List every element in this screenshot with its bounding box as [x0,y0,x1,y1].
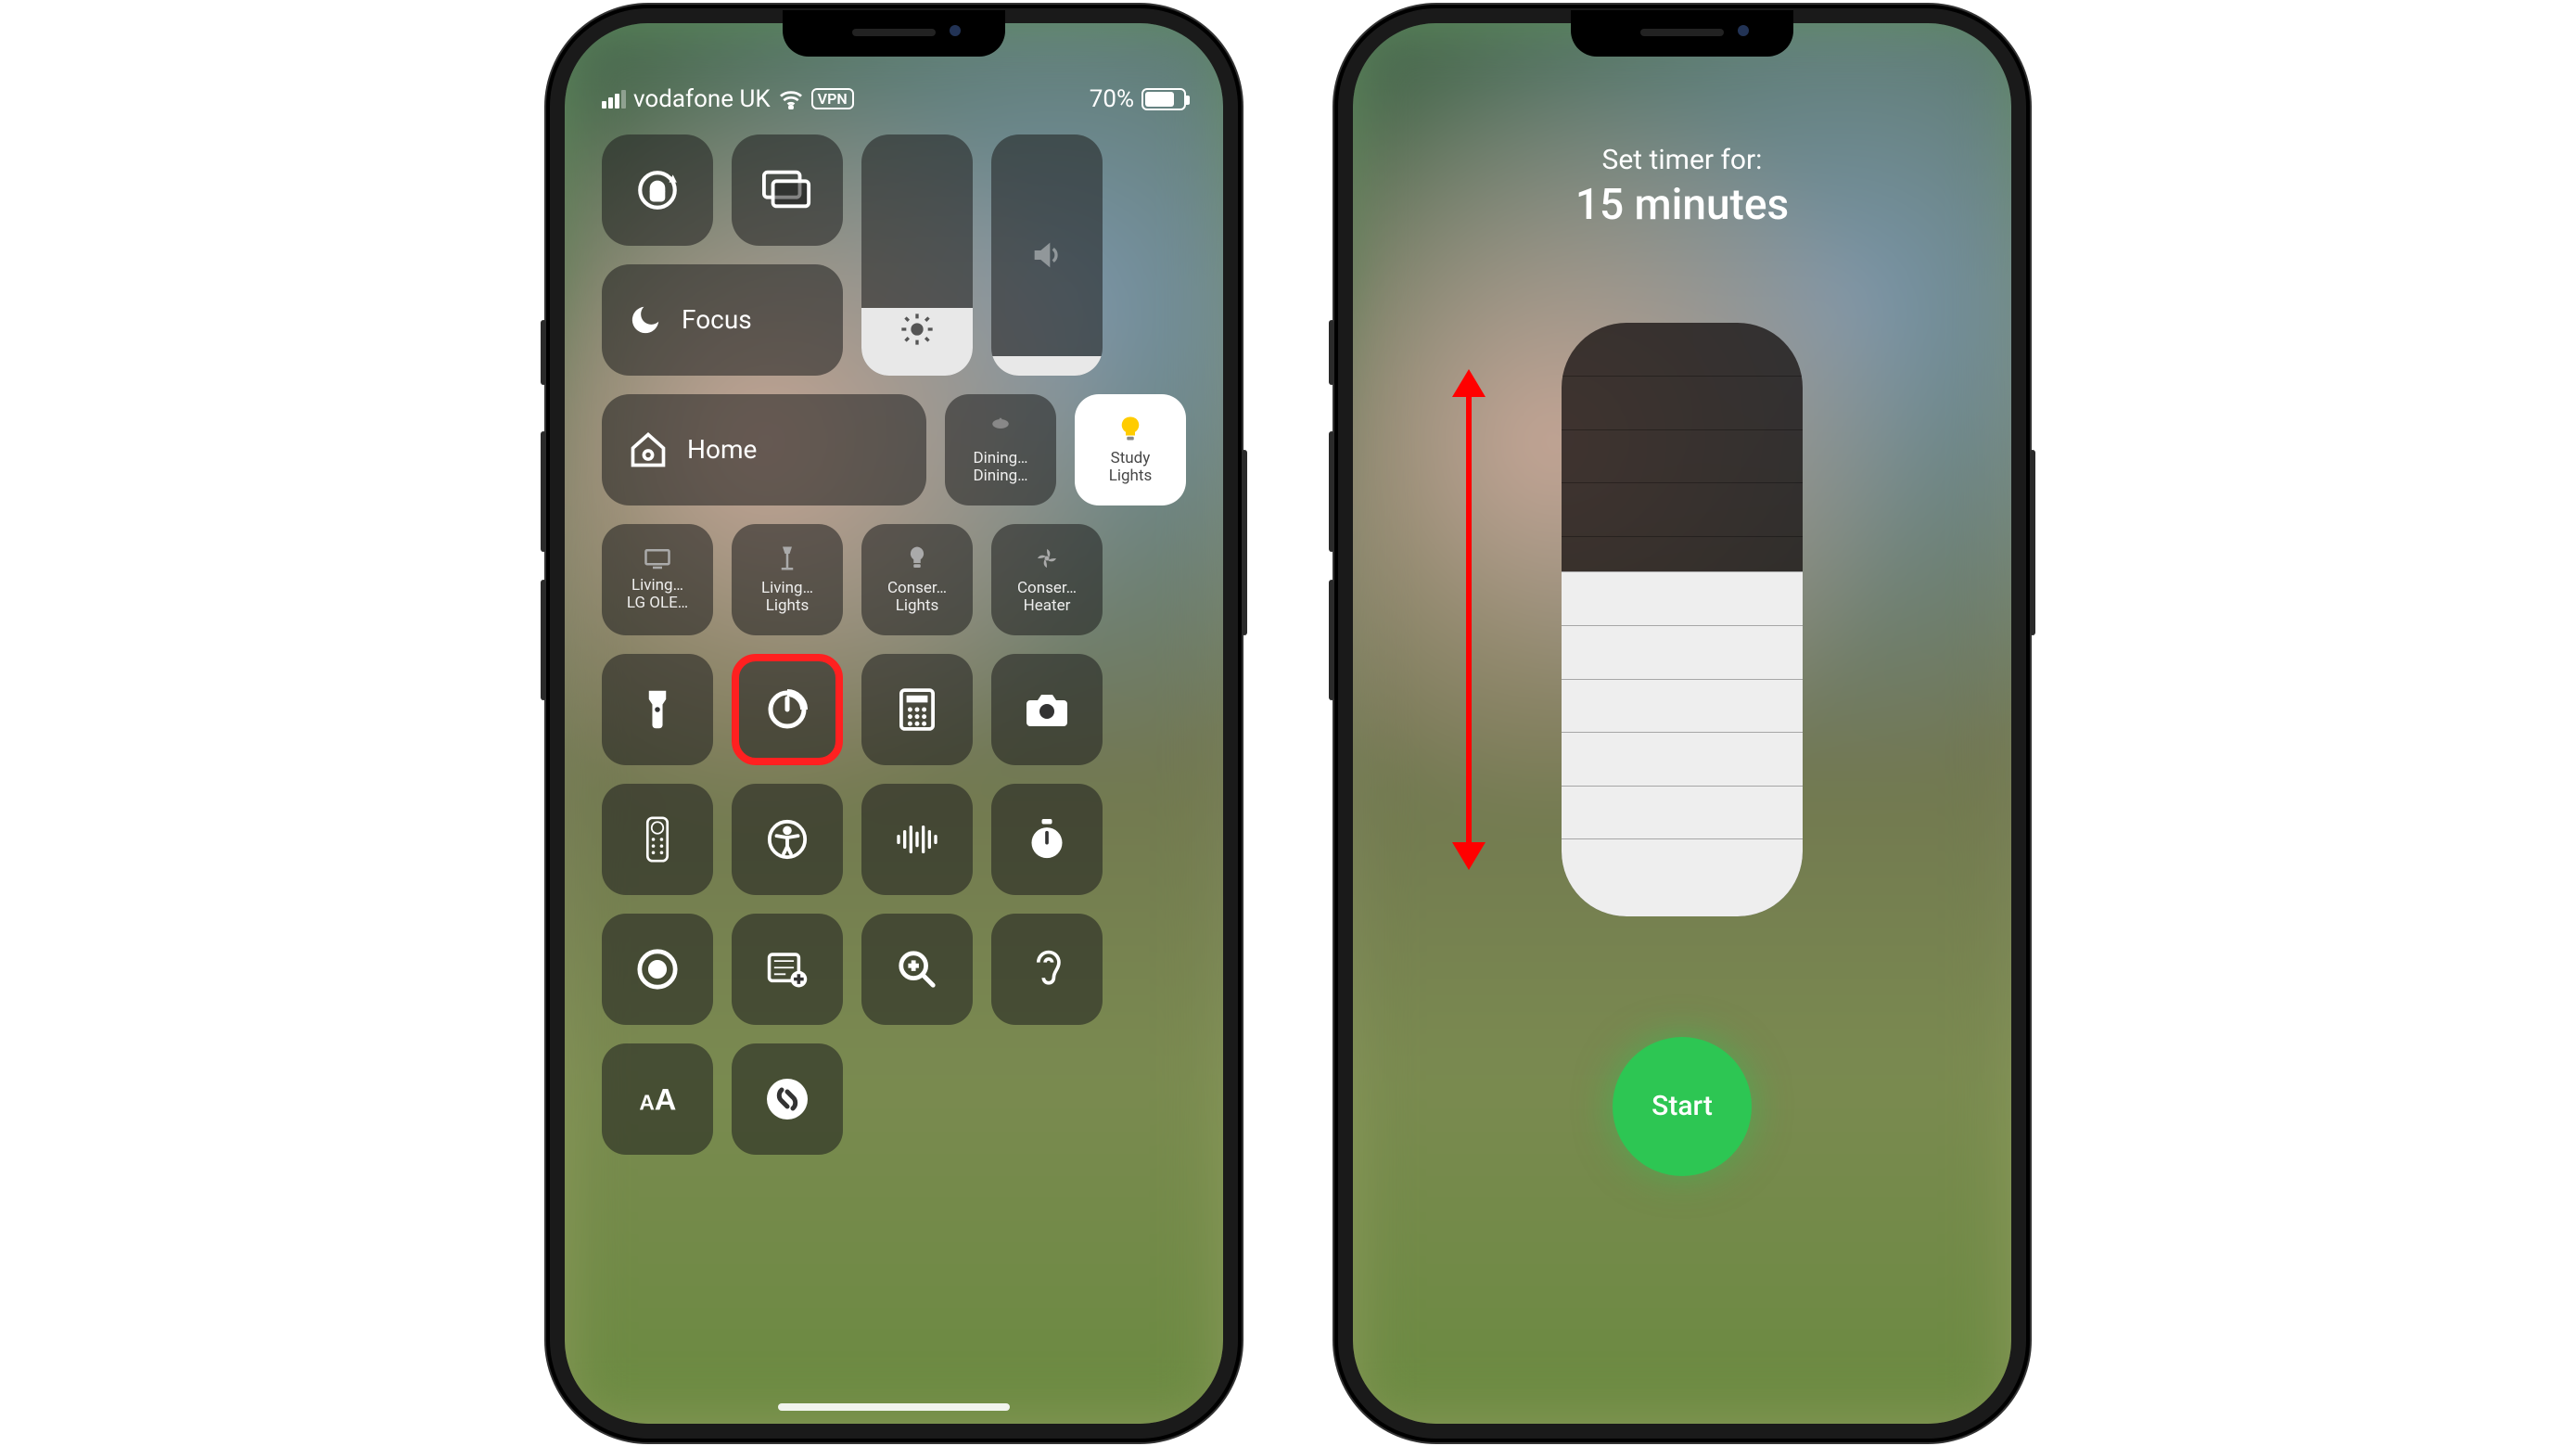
moon-icon [628,302,663,338]
text-size-icon: AA [634,1082,681,1116]
conser-lights-tile[interactable]: Conser…Lights [861,524,973,635]
timer-set-label: Set timer for: [1575,144,1789,176]
volume-slider[interactable] [991,134,1103,376]
carrier-label: vodafone UK [633,85,771,113]
timer-screen: Set timer for: 15 minutes [1353,23,2011,1424]
calculator-button[interactable] [861,654,973,765]
drag-arrow-annotation [1441,369,1497,870]
start-label: Start [1651,1090,1713,1122]
floor-lamp-icon [775,544,799,572]
bulb-icon [1116,415,1144,442]
conser-heater-tile[interactable]: Conser…Heater [991,524,1103,635]
brightness-icon [899,311,936,348]
volume-icon [1028,237,1065,274]
lamp-icon [987,415,1014,442]
status-bar: vodafone UK VPN 70% [565,79,1223,120]
focus-label: Focus [682,304,752,335]
svg-text:A: A [639,1090,655,1114]
bulb-small-icon [906,544,928,572]
brightness-slider[interactable] [861,134,973,376]
living-tv-tile[interactable]: Living…LG OLE… [602,524,713,635]
wifi-icon [778,89,804,109]
accessibility-icon [766,818,809,861]
dining-tile[interactable]: Dining…Dining… [945,394,1056,505]
signal-icon [602,90,626,109]
screen-record-button[interactable] [602,914,713,1025]
living-lights-tile[interactable]: Living…Lights [732,524,843,635]
home-button[interactable]: Home [602,394,926,505]
rotation-lock-icon [634,167,681,213]
remote-icon [645,816,670,863]
fan-icon [1033,544,1061,572]
tv-icon [644,547,671,569]
focus-button[interactable]: Focus [602,264,843,376]
svg-text:A: A [655,1082,677,1116]
phone-left: vodafone UK VPN 70% [546,5,1242,1442]
quick-note-button[interactable] [732,914,843,1025]
home-label: Home [687,434,757,465]
magnifier-button[interactable] [861,914,973,1025]
timer-button[interactable] [732,654,843,765]
vpn-badge: VPN [811,88,854,109]
remote-button[interactable] [602,784,713,895]
timer-duration-slider[interactable] [1562,323,1803,916]
calculator-icon [899,688,935,731]
shazam-button[interactable] [732,1043,843,1155]
timer-duration: 15 minutes [1575,180,1789,230]
timer-start-button[interactable]: Start [1613,1037,1752,1176]
accessibility-button[interactable] [732,784,843,895]
screen-mirroring-icon [762,170,812,211]
control-center-screen: vodafone UK VPN 70% [565,23,1223,1424]
flashlight-icon [642,687,673,732]
flashlight-button[interactable] [602,654,713,765]
timer-title-block: Set timer for: 15 minutes [1575,144,1789,230]
home-indicator[interactable] [778,1403,1010,1411]
shazam-icon [765,1077,810,1121]
home-icon [628,429,669,470]
record-icon [636,948,679,991]
camera-button[interactable] [991,654,1103,765]
waveform-icon [894,823,940,856]
battery-icon [1141,88,1186,110]
stopwatch-icon [1027,817,1067,862]
screen-mirroring-button[interactable] [732,134,843,246]
phone-right: Set timer for: 15 minutes [1334,5,2030,1442]
text-size-button[interactable]: AA [602,1043,713,1155]
rotation-lock-button[interactable] [602,134,713,246]
voice-memo-button[interactable] [861,784,973,895]
camera-icon [1025,691,1069,728]
ear-icon [1028,947,1065,992]
timer-icon [765,687,810,732]
stopwatch-button[interactable] [991,784,1103,895]
magnifier-plus-icon [896,948,938,991]
battery-percent: 70% [1090,85,1134,113]
hearing-button[interactable] [991,914,1103,1025]
study-lights-tile[interactable]: StudyLights [1075,394,1186,505]
note-plus-icon [766,951,809,988]
